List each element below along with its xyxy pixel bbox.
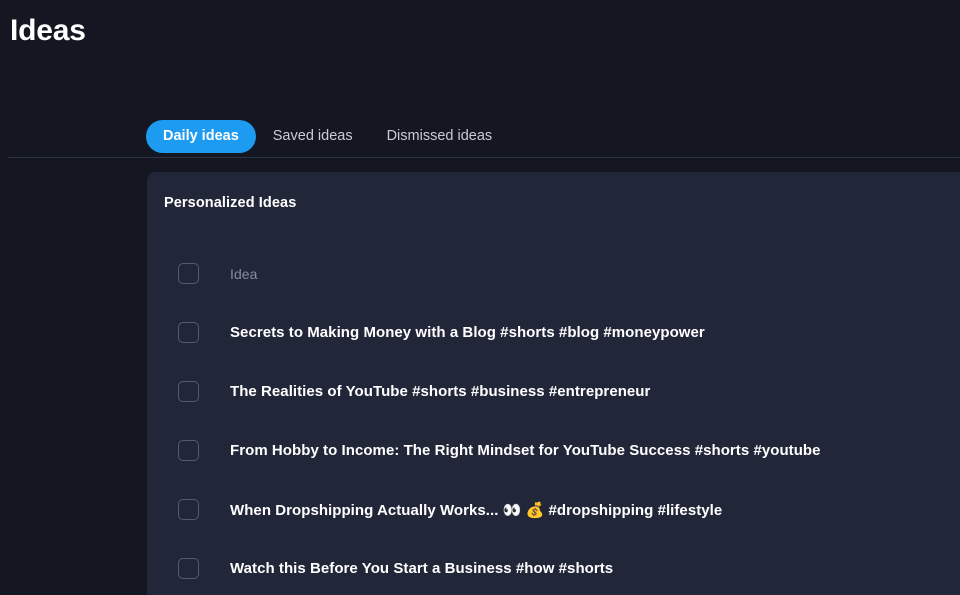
table-row[interactable]: Watch this Before You Start a Business #… [147, 539, 960, 595]
panel-title: Personalized Ideas [164, 195, 297, 211]
select-all-checkbox[interactable] [178, 263, 199, 284]
tab-bar-divider [8, 157, 960, 158]
tab-saved-ideas[interactable]: Saved ideas [256, 120, 370, 153]
row-checkbox[interactable] [178, 381, 199, 402]
tab-bar: Daily ideas Saved ideas Dismissed ideas [0, 116, 960, 157]
table-row[interactable]: When Dropshipping Actually Works... 👀 💰 … [147, 480, 960, 539]
idea-text: From Hobby to Income: The Right Mindset … [230, 442, 821, 459]
ideas-page: Ideas Daily ideas Saved ideas Dismissed … [0, 0, 960, 595]
table-row[interactable]: The Realities of YouTube #shorts #busine… [147, 362, 960, 421]
table-row[interactable]: From Hobby to Income: The Right Mindset … [147, 421, 960, 480]
ideas-list-header-row: Idea [147, 244, 960, 303]
idea-text: Watch this Before You Start a Business #… [230, 560, 614, 577]
idea-text: Secrets to Making Money with a Blog #sho… [230, 324, 705, 341]
tab-dismissed-ideas[interactable]: Dismissed ideas [370, 120, 510, 153]
page-title: Ideas [10, 14, 86, 47]
personalized-ideas-panel: Personalized Ideas Idea Secrets to Makin… [147, 172, 960, 595]
row-checkbox[interactable] [178, 499, 199, 520]
tab-daily-ideas[interactable]: Daily ideas [146, 120, 256, 153]
column-header-idea: Idea [230, 265, 258, 282]
ideas-list: Idea Secrets to Making Money with a Blog… [147, 244, 960, 595]
idea-text: When Dropshipping Actually Works... 👀 💰 … [230, 501, 723, 519]
row-checkbox[interactable] [178, 558, 199, 579]
table-row[interactable]: Secrets to Making Money with a Blog #sho… [147, 303, 960, 362]
idea-text: The Realities of YouTube #shorts #busine… [230, 383, 651, 400]
row-checkbox[interactable] [178, 440, 199, 461]
row-checkbox[interactable] [178, 322, 199, 343]
